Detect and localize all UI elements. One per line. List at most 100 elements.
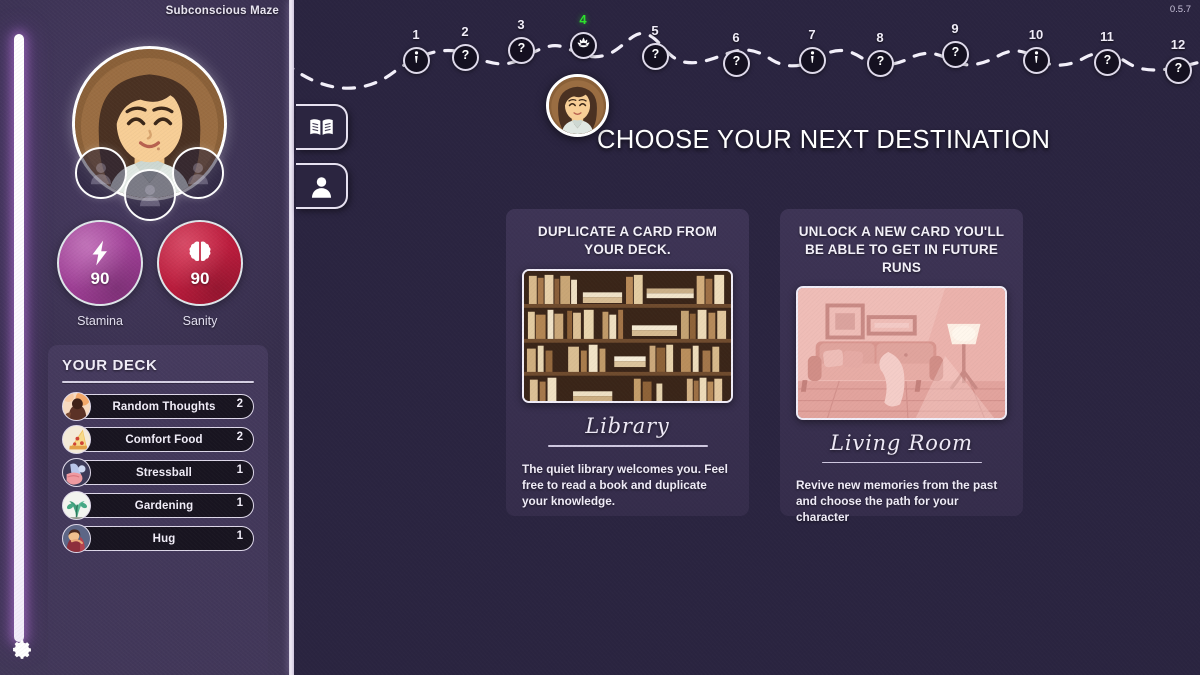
deck-card-name: Stressball bbox=[136, 466, 192, 479]
gear-icon bbox=[13, 640, 31, 659]
deck-card-count: 2 bbox=[236, 398, 243, 410]
relic-slot-2[interactable] bbox=[124, 169, 176, 221]
plants-icon bbox=[62, 491, 91, 520]
path-node-number: 4 bbox=[579, 12, 587, 27]
path-node-8[interactable]: ? bbox=[866, 49, 894, 77]
question-icon: ? bbox=[648, 46, 663, 66]
relic-slot-3[interactable] bbox=[172, 147, 224, 199]
question-icon: ? bbox=[729, 53, 744, 73]
path-node-number: 2 bbox=[461, 24, 469, 39]
deck-card-name: Hug bbox=[152, 532, 176, 545]
character-button[interactable] bbox=[296, 163, 348, 209]
path-node-11[interactable]: ? bbox=[1093, 48, 1121, 76]
destination-headline: DUPLICATE A CARD FROM YOUR DECK. bbox=[537, 224, 718, 258]
library-bookshelf-image bbox=[522, 269, 733, 403]
question-icon: ? bbox=[1171, 60, 1186, 80]
destination-divider bbox=[821, 461, 982, 464]
svg-text:?: ? bbox=[876, 54, 884, 68]
question-icon: ? bbox=[458, 47, 473, 67]
destination-description: The quiet library welcomes you. Feel fre… bbox=[522, 461, 728, 508]
deck-card-row[interactable]: Stressball 1 bbox=[62, 458, 254, 487]
destination-divider bbox=[547, 445, 708, 447]
deck-title-divider bbox=[62, 381, 254, 383]
path-node-12[interactable]: ? bbox=[1164, 56, 1192, 84]
deck-card-pill: Hug bbox=[74, 526, 254, 551]
svg-text:?: ? bbox=[517, 41, 525, 55]
deck-card-pill: Random Thoughts bbox=[74, 394, 254, 419]
destination-name: Living Room bbox=[830, 430, 973, 455]
path-node-number: 3 bbox=[517, 17, 525, 32]
pizza-slice-icon bbox=[62, 425, 91, 454]
deck-card-pill: Gardening bbox=[74, 493, 254, 518]
path-node-4[interactable] bbox=[569, 31, 597, 59]
path-node-10[interactable] bbox=[1022, 46, 1050, 74]
svg-text:?: ? bbox=[651, 47, 659, 61]
path-node-number: 8 bbox=[876, 30, 884, 45]
path-node-2[interactable]: ? bbox=[451, 43, 479, 71]
journal-button[interactable] bbox=[296, 104, 348, 150]
sanity-orb: 90 bbox=[157, 220, 243, 306]
page-title: CHOOSE YOUR NEXT DESTINATION bbox=[597, 126, 1051, 154]
deck-card-count: 1 bbox=[236, 530, 243, 542]
path-node-3[interactable]: ? bbox=[507, 36, 535, 64]
relic-slot-1[interactable] bbox=[75, 147, 127, 199]
deck-card-count: 1 bbox=[236, 497, 243, 509]
lightning-bolt-icon bbox=[92, 240, 107, 265]
stressball-hand-icon bbox=[62, 458, 91, 487]
path-node-9[interactable]: ? bbox=[941, 40, 969, 68]
deck-panel-title: YOUR DECK bbox=[62, 357, 158, 374]
deck-card-row[interactable]: Random Thoughts 2 bbox=[62, 392, 254, 421]
empty-slot-silhouette-icon bbox=[91, 163, 111, 185]
game-screen: Subconscious Maze 90 Stamina 90 Sanity Y… bbox=[0, 0, 1200, 675]
destination-card-living-room[interactable]: UNLOCK A NEW CARD YOU'LL BE ABLE TO GET … bbox=[780, 209, 1023, 524]
stamina-label: Stamina bbox=[77, 314, 123, 328]
deck-card-row[interactable]: Hug 1 bbox=[62, 524, 254, 553]
empty-slot-silhouette-icon bbox=[188, 163, 208, 185]
deck-card-row[interactable]: Comfort Food 2 bbox=[62, 425, 254, 454]
question-icon: ? bbox=[948, 44, 963, 64]
deck-card-count: 2 bbox=[236, 431, 243, 443]
svg-text:?: ? bbox=[732, 54, 740, 68]
deck-card-count: 1 bbox=[236, 464, 243, 476]
svg-text:?: ? bbox=[951, 45, 959, 59]
path-node-number: 5 bbox=[651, 23, 659, 38]
deck-card-row[interactable]: Gardening 1 bbox=[62, 491, 254, 520]
path-node-6[interactable]: ? bbox=[722, 49, 750, 77]
path-node-1[interactable] bbox=[402, 46, 430, 74]
question-icon: ? bbox=[1100, 52, 1115, 72]
deck-card-list: Random Thoughts 2 Comfort Food 2 Stressball 1… bbox=[62, 392, 254, 553]
question-icon: ? bbox=[514, 40, 529, 60]
path-node-5[interactable]: ? bbox=[641, 42, 669, 70]
path-node-7[interactable] bbox=[798, 46, 826, 74]
deck-card-name: Random Thoughts bbox=[112, 400, 216, 413]
brain-icon bbox=[189, 240, 211, 262]
path-node-number: 10 bbox=[1028, 27, 1044, 42]
stamina-orb: 90 bbox=[57, 220, 143, 306]
zone-label: Subconscious Maze bbox=[165, 5, 279, 17]
stat-stamina[interactable]: 90 Stamina bbox=[57, 220, 143, 328]
deck-card-name: Comfort Food bbox=[125, 433, 203, 446]
svg-text:?: ? bbox=[1103, 53, 1111, 67]
main-panel: 0.5.7 12?3?45?6?78?9?1011?12? bbox=[294, 0, 1200, 675]
sanity-label: Sanity bbox=[182, 314, 218, 328]
sanity-value: 90 bbox=[190, 268, 210, 288]
path-node-number: 11 bbox=[1100, 29, 1114, 44]
stat-sanity[interactable]: 90 Sanity bbox=[157, 220, 243, 328]
svg-text:?: ? bbox=[461, 48, 469, 62]
destination-description: Revive new memories from the past and ch… bbox=[796, 478, 998, 525]
info-icon bbox=[1029, 50, 1044, 70]
hug-icon bbox=[62, 524, 91, 553]
open-book-icon bbox=[309, 118, 333, 135]
path-node-number: 6 bbox=[732, 30, 740, 45]
player-avatar bbox=[546, 74, 609, 137]
run-path: 1 2? 3? 4 5? 6? 7 8? 9? 10 11? 12? bbox=[294, 0, 1200, 95]
destination-card-library[interactable]: DUPLICATE A CARD FROM YOUR DECK. Library… bbox=[506, 209, 749, 516]
destination-headline: UNLOCK A NEW CARD YOU'LL BE ABLE TO GET … bbox=[798, 224, 1005, 276]
info-icon bbox=[409, 50, 424, 70]
info-icon bbox=[805, 50, 820, 70]
settings-button[interactable] bbox=[9, 637, 35, 663]
path-node-number: 9 bbox=[951, 21, 959, 36]
deck-card-name: Gardening bbox=[134, 499, 194, 512]
thinking-person-icon bbox=[62, 392, 91, 421]
living-room-image bbox=[796, 285, 1007, 420]
